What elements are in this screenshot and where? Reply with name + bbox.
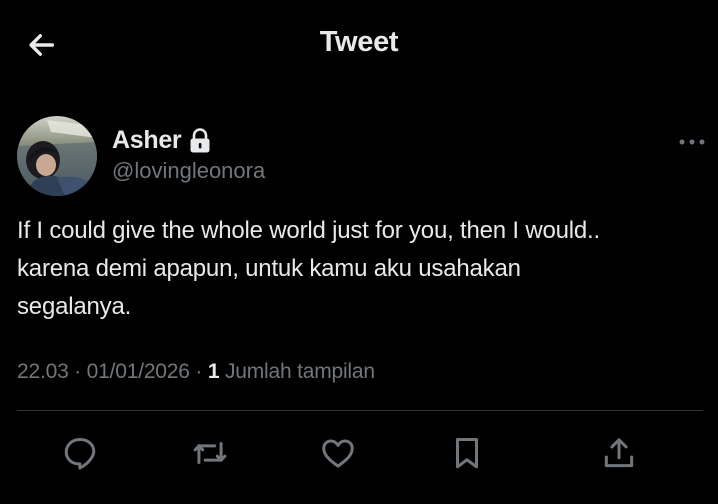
retweet-button[interactable] xyxy=(187,430,233,476)
meta-separator: · xyxy=(74,360,81,383)
author-name[interactable]: Asher xyxy=(112,126,211,155)
meta-separator: · xyxy=(195,360,203,383)
reply-button[interactable] xyxy=(57,430,103,476)
more-options-button[interactable] xyxy=(676,132,708,152)
share-button[interactable] xyxy=(596,430,642,476)
tweet-date[interactable]: 01/01/2026 xyxy=(87,360,190,383)
author-display-name: Asher xyxy=(112,126,182,154)
divider xyxy=(17,410,703,411)
like-button[interactable] xyxy=(315,430,361,476)
bookmark-icon xyxy=(455,438,479,469)
action-bar xyxy=(0,430,718,478)
views-label[interactable]: Jumlah tampilan xyxy=(225,360,375,383)
views-count[interactable]: 1 xyxy=(208,360,220,383)
page-title: Tweet xyxy=(319,26,399,58)
tweet-text: If I could give the whole world just for… xyxy=(17,217,600,320)
retweet-icon xyxy=(193,441,227,465)
lock-icon xyxy=(189,127,211,154)
tweet-metadata: 22.03 · 01/01/2026 · 1 Jumlah tampilan xyxy=(17,360,375,384)
heart-icon xyxy=(322,439,354,468)
reply-icon xyxy=(64,438,96,470)
more-horizontal-icon xyxy=(679,139,705,145)
share-icon xyxy=(604,438,634,468)
top-bar: Tweet xyxy=(0,0,718,90)
tweet-time[interactable]: 22.03 xyxy=(17,360,69,383)
author-handle[interactable]: @lovingleonora xyxy=(112,158,265,184)
avatar[interactable] xyxy=(17,116,97,196)
profile-photo xyxy=(17,116,97,196)
bookmark-button[interactable] xyxy=(444,430,490,476)
